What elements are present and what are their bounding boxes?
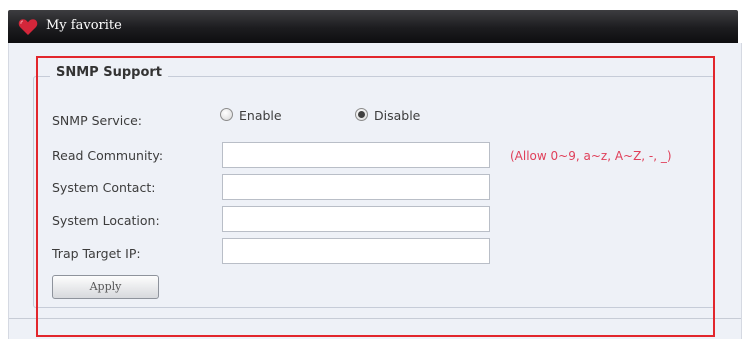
window-title: My favorite xyxy=(46,18,122,33)
system-contact-label: System Contact: xyxy=(52,180,156,195)
disable-radio-button[interactable] xyxy=(355,108,368,121)
disable-radio-label: Disable xyxy=(374,108,421,123)
trap-target-ip-input[interactable] xyxy=(222,238,490,264)
read-community-hint: (Allow 0~9, a~z, A~Z, -, _) xyxy=(510,149,672,163)
trap-target-ip-label: Trap Target IP: xyxy=(52,246,141,261)
system-contact-input[interactable] xyxy=(222,174,490,200)
enable-radio-button[interactable] xyxy=(220,108,233,121)
panel-divider xyxy=(9,318,741,319)
enable-radio[interactable]: Enable xyxy=(220,108,282,123)
snmp-service-label: SNMP Service: xyxy=(52,113,142,128)
system-location-input[interactable] xyxy=(222,206,490,232)
apply-button[interactable]: Apply xyxy=(52,275,159,299)
enable-radio-label: Enable xyxy=(239,108,282,123)
read-community-input[interactable] xyxy=(222,142,490,168)
system-location-label: System Location: xyxy=(52,213,160,228)
window-titlebar: My favorite xyxy=(8,10,738,43)
read-community-label: Read Community: xyxy=(52,148,164,163)
section-title: SNMP Support xyxy=(50,65,169,80)
heart-icon xyxy=(18,19,38,35)
disable-radio[interactable]: Disable xyxy=(355,108,420,123)
